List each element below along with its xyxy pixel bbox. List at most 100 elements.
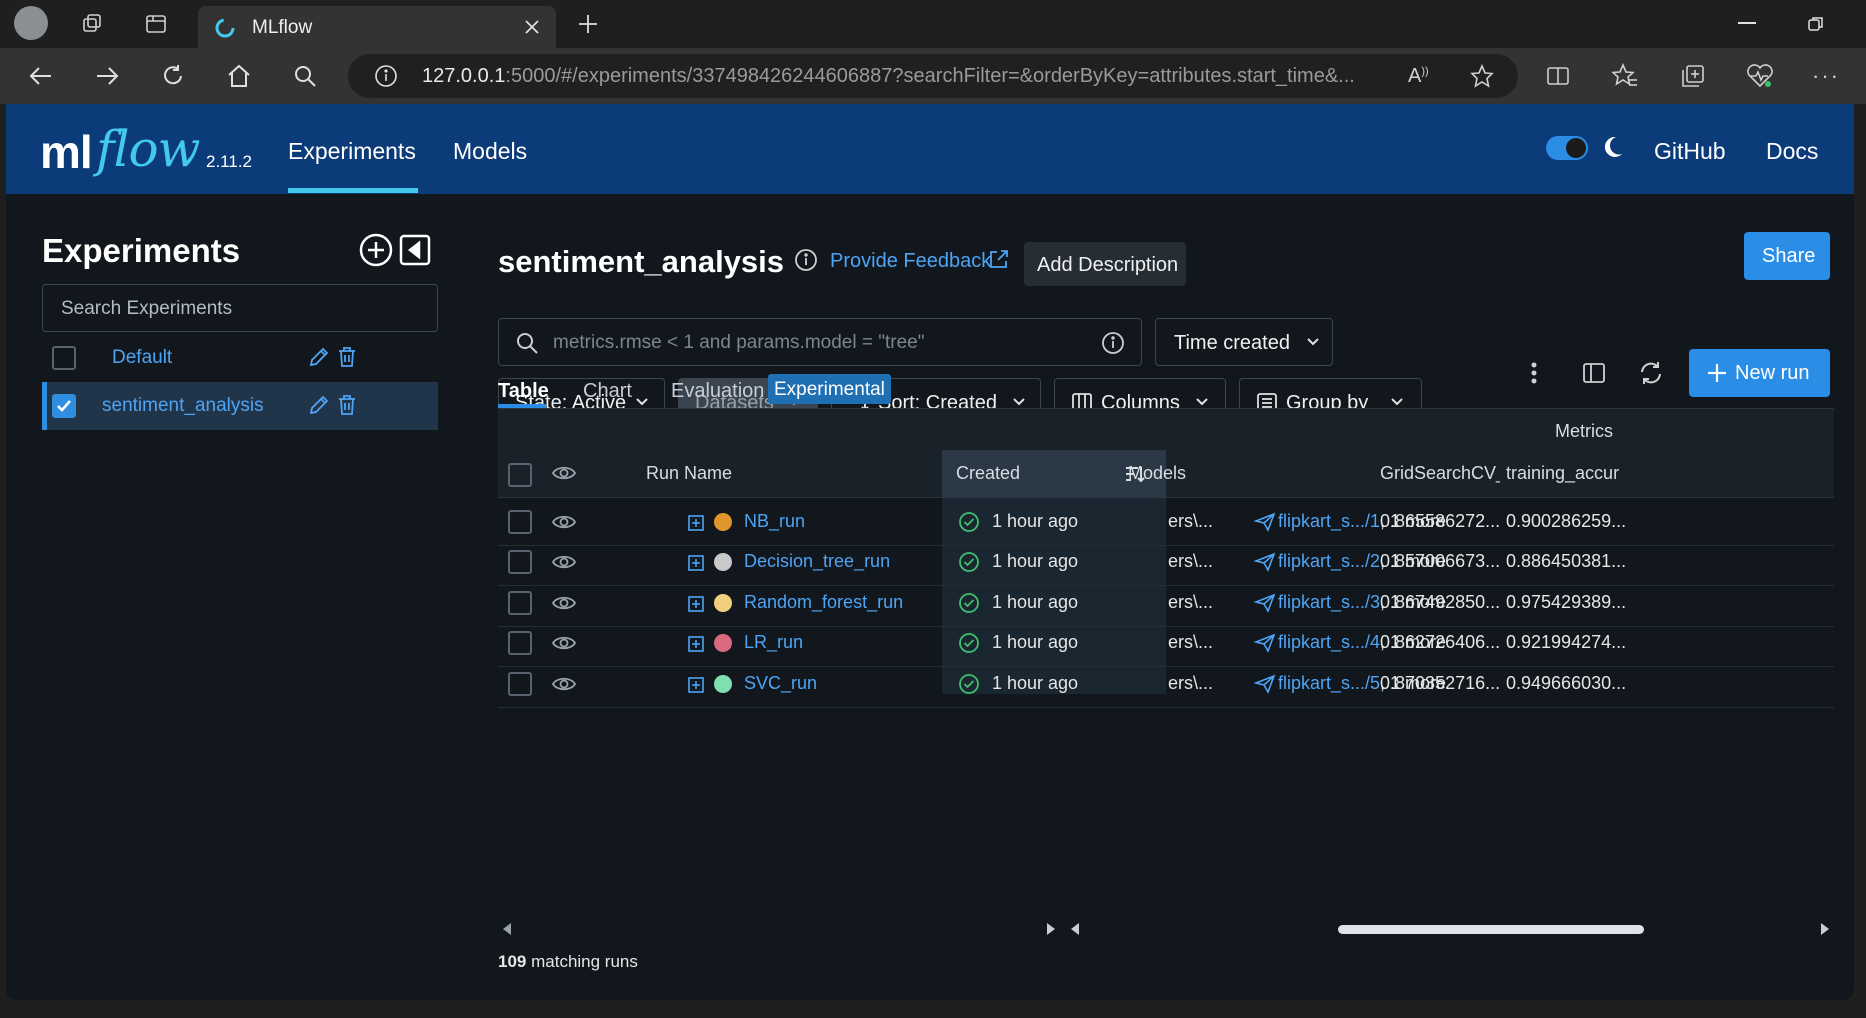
expand-icon[interactable] (688, 555, 704, 572)
read-aloud-icon[interactable]: A)) (1408, 65, 1429, 88)
tab-table[interactable]: Table (498, 380, 549, 403)
experiment-checkbox-checked[interactable] (52, 394, 76, 418)
logo-ml[interactable]: ml (40, 125, 93, 179)
eye-icon[interactable] (552, 513, 576, 531)
back-icon[interactable] (28, 64, 54, 88)
run-name-link[interactable]: LR_run (744, 632, 803, 653)
model-link[interactable]: flipkart_s.../3 (1278, 592, 1380, 612)
experiment-name[interactable]: sentiment_analysis (102, 395, 264, 417)
restore-icon[interactable] (1808, 16, 1824, 32)
more-menu-icon[interactable]: ··· (1812, 63, 1840, 89)
metric-header-gridsearchcv[interactable]: GridSearchCV_sc (1380, 463, 1500, 484)
tab-evaluation[interactable]: Evaluation (671, 380, 764, 403)
url-text[interactable]: 127.0.0.1:5000/#/experiments/33749842624… (422, 65, 1422, 88)
provide-feedback-link[interactable]: Provide Feedback (830, 250, 991, 273)
run-color-dot[interactable] (714, 674, 732, 693)
eye-icon[interactable] (552, 675, 576, 693)
eye-icon[interactable] (552, 553, 576, 571)
run-name-link[interactable]: SVC_run (744, 673, 817, 694)
forward-icon[interactable] (94, 64, 120, 88)
edit-icon[interactable] (308, 346, 330, 368)
model-link[interactable]: flipkart_s.../4 (1278, 632, 1380, 652)
profile-avatar[interactable] (14, 6, 48, 40)
row-checkbox[interactable] (508, 590, 532, 615)
model-link[interactable]: flipkart_s.../2 (1278, 551, 1380, 571)
favorites-icon[interactable] (1612, 63, 1638, 89)
toggle-side-panel-icon[interactable] (1582, 361, 1606, 385)
search-info-icon[interactable] (1101, 331, 1125, 355)
delete-icon[interactable] (338, 346, 356, 368)
experiment-name[interactable]: Default (112, 347, 172, 369)
model-link[interactable]: flipkart_s.../5 (1278, 673, 1380, 693)
run-name-header[interactable]: Run Name (646, 463, 732, 484)
logo-flow[interactable]: flow (96, 120, 200, 178)
row-checkbox[interactable] (508, 631, 532, 656)
run-name-link[interactable]: Random_forest_run (744, 592, 903, 613)
tab-chart[interactable]: Chart (583, 380, 632, 403)
nav-models[interactable]: Models (453, 138, 527, 165)
scroll-left-icon[interactable] (1070, 923, 1080, 935)
search-icon[interactable] (292, 63, 318, 89)
home-icon[interactable] (226, 63, 252, 89)
expand-icon[interactable] (688, 595, 704, 612)
right-scrollbar[interactable] (1068, 918, 1834, 940)
eye-icon[interactable] (552, 594, 576, 612)
experiment-item-default[interactable]: Default (42, 334, 438, 382)
eye-icon[interactable] (552, 464, 576, 482)
experiment-checkbox[interactable] (52, 346, 76, 370)
row-checkbox[interactable] (508, 550, 532, 575)
delete-icon[interactable] (338, 394, 356, 416)
collections-icon[interactable] (1680, 63, 1706, 89)
run-color-dot[interactable] (714, 593, 732, 612)
theme-toggle[interactable] (1546, 136, 1588, 160)
scroll-right-icon[interactable] (1046, 923, 1056, 935)
collapse-sidebar-icon[interactable] (399, 234, 431, 266)
new-tab-icon[interactable] (576, 12, 600, 36)
run-name-link[interactable]: NB_run (744, 511, 805, 532)
select-all-checkbox[interactable] (508, 463, 532, 487)
edit-icon[interactable] (308, 394, 330, 416)
table-row[interactable]: SVC_run 1 hour ago ers\... flipkart_s...… (498, 660, 1834, 708)
expand-icon[interactable] (688, 636, 704, 652)
tab-actions-icon[interactable] (144, 12, 168, 36)
nav-experiments[interactable]: Experiments (288, 138, 416, 165)
eye-icon[interactable] (552, 634, 576, 652)
kebab-menu-icon[interactable] (1531, 362, 1537, 384)
browser-tab[interactable]: MLflow (198, 6, 556, 48)
site-info-icon[interactable] (374, 64, 398, 88)
share-button[interactable]: Share (1744, 232, 1830, 280)
experiment-item-sentiment-analysis[interactable]: sentiment_analysis (42, 382, 438, 430)
new-run-button[interactable]: New run (1689, 349, 1830, 397)
run-color-dot[interactable] (714, 553, 732, 572)
runs-search-input[interactable]: metrics.rmse < 1 and params.model = "tre… (498, 318, 1142, 366)
model-link[interactable]: flipkart_s.../1 (1278, 511, 1380, 531)
external-link-icon[interactable] (988, 248, 1010, 270)
expand-icon[interactable] (688, 676, 704, 693)
left-scrollbar[interactable] (498, 918, 1064, 940)
docs-link[interactable]: Docs (1766, 138, 1818, 165)
reload-icon[interactable] (160, 63, 186, 89)
scrollbar-thumb[interactable] (1338, 925, 1644, 934)
split-screen-icon[interactable] (1546, 64, 1570, 88)
github-link[interactable]: GitHub (1654, 138, 1726, 165)
time-created-select[interactable]: Time created (1155, 318, 1333, 366)
add-description-button[interactable]: Add Description (1024, 242, 1186, 286)
info-icon[interactable] (794, 248, 818, 272)
scroll-right-icon[interactable] (1820, 923, 1830, 935)
run-color-dot[interactable] (714, 634, 732, 653)
address-bar[interactable]: 127.0.0.1:5000/#/experiments/33749842624… (348, 54, 1518, 98)
models-header[interactable]: Models (1128, 463, 1186, 484)
favorite-star-icon[interactable] (1470, 64, 1494, 88)
scroll-left-icon[interactable] (502, 923, 512, 935)
create-experiment-icon[interactable] (358, 232, 394, 268)
minimize-icon[interactable] (1738, 22, 1756, 24)
row-checkbox[interactable] (508, 671, 532, 696)
metric-header-training-accuracy[interactable]: training_accurac (1506, 463, 1620, 484)
close-tab-icon[interactable] (524, 19, 540, 35)
run-color-dot[interactable] (714, 513, 732, 531)
refresh-icon[interactable] (1638, 360, 1664, 386)
search-experiments-input[interactable]: Search Experiments (42, 284, 438, 332)
browser-essentials-icon[interactable] (1746, 63, 1774, 89)
expand-icon[interactable] (688, 515, 704, 531)
row-checkbox[interactable] (508, 510, 532, 534)
